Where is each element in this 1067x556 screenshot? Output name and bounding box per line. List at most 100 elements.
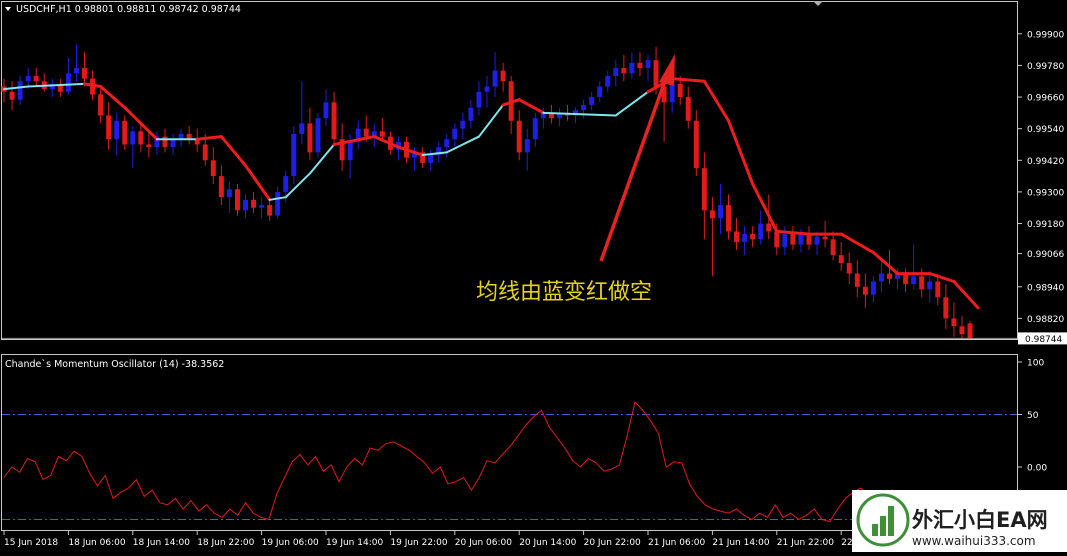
price-tick-label: 0.99540: [1027, 125, 1064, 135]
candle-body: [766, 223, 772, 232]
candle-body: [717, 205, 723, 219]
candle-body: [903, 273, 909, 285]
candle-body: [830, 239, 836, 256]
candle-body: [25, 75, 31, 82]
candle-body: [798, 234, 804, 245]
candle-body: [516, 120, 522, 153]
candle-body: [251, 199, 257, 208]
candle-body: [524, 139, 530, 153]
candle-body: [709, 210, 715, 219]
candle-body: [267, 205, 273, 216]
candle-body: [460, 120, 466, 129]
candle-body: [17, 81, 23, 100]
candle-body: [951, 318, 957, 327]
candle-body: [98, 94, 104, 116]
annotation-text: 均线由蓝变红做空: [476, 280, 652, 305]
candle-body: [114, 120, 120, 140]
watermark-logo-bar-3: [888, 506, 894, 536]
time-tick-label: 18 Jun 22:00: [197, 538, 254, 548]
candle-body: [275, 191, 281, 216]
candle-body: [613, 68, 619, 76]
candle-body: [726, 205, 731, 232]
symbol-header: USDCHF,H1 0.98801 0.98811 0.98742 0.9874…: [16, 4, 241, 15]
candle-body: [734, 231, 740, 242]
candle-body: [202, 144, 208, 161]
candle-body: [838, 255, 844, 264]
candle-body: [645, 60, 651, 69]
candle-body: [243, 199, 248, 211]
candle-body: [162, 136, 168, 148]
watermark-url: www.waihui333.com: [912, 534, 1036, 548]
candle-body: [693, 120, 699, 169]
watermark-logo-bar-2: [880, 516, 886, 536]
candle-body: [653, 60, 659, 87]
candle-body: [138, 131, 144, 145]
candle-body: [758, 223, 764, 240]
candle-body: [130, 131, 136, 145]
candle-body: [218, 176, 224, 198]
candle-body: [846, 263, 852, 274]
candle-body: [476, 91, 482, 108]
oscillator-tick-label: 100: [1027, 359, 1044, 369]
candle-body: [315, 118, 321, 153]
candle-body: [444, 139, 450, 148]
candle-body: [782, 234, 788, 248]
time-tick-label: 19 Jun 22:00: [390, 538, 447, 548]
candle-body: [911, 276, 917, 285]
candle-body: [637, 62, 643, 69]
candle-body: [597, 86, 603, 98]
candle-body: [870, 281, 876, 295]
chart-window: USDCHF,H1 0.98801 0.98811 0.98742 0.9874…: [0, 0, 1067, 552]
price-tick-label: 0.99180: [1027, 220, 1064, 230]
time-tick-label: 20 Jun 14:00: [519, 538, 576, 548]
candle-body: [484, 86, 490, 92]
time-tick-label: 20 Jun 22:00: [584, 538, 641, 548]
candle-body: [82, 68, 87, 79]
candle-body: [283, 176, 289, 192]
candle-body: [347, 141, 353, 161]
candle-body: [581, 104, 587, 111]
candle-body: [331, 102, 337, 140]
candle-body: [323, 102, 329, 119]
candle-body: [629, 62, 635, 74]
candle-body: [468, 107, 474, 121]
time-tick-label: 18 Jun 06:00: [68, 538, 125, 548]
candle-body: [806, 234, 812, 245]
price-tick-label: 0.98820: [1027, 315, 1064, 325]
candle-body: [9, 91, 15, 100]
candle-body: [605, 75, 611, 87]
time-tick-label: 19 Jun 06:00: [262, 538, 319, 548]
candle-body: [379, 131, 385, 137]
candle-body: [500, 70, 506, 82]
candle-body: [234, 189, 240, 211]
candle-body: [742, 234, 748, 242]
candle-body: [291, 133, 297, 177]
candle-body: [887, 273, 892, 279]
candle-body: [532, 118, 538, 140]
candle-body: [65, 73, 71, 92]
candle-body: [106, 115, 112, 140]
candle-body: [299, 123, 305, 134]
time-tick-label: 20 Jun 06:00: [455, 538, 512, 548]
candle-body: [492, 70, 498, 87]
oscillator-header: Chande`s Momentum Oscillator (14) -38.35…: [5, 359, 224, 370]
watermark-logo-bar-1: [872, 524, 878, 536]
candle-body: [307, 123, 313, 153]
candle-body: [774, 231, 780, 248]
price-tick-label: 0.98940: [1027, 283, 1064, 293]
candle-body: [210, 160, 216, 177]
price-tick-label: 0.99780: [1027, 62, 1064, 72]
candle-body: [170, 139, 176, 148]
time-tick-label: 15 Jun 2018: [4, 538, 58, 548]
candle-body: [943, 297, 949, 319]
candle-body: [226, 189, 232, 198]
candle-body: [878, 273, 884, 282]
candle-body: [959, 326, 965, 335]
candle-body: [259, 205, 265, 208]
candle-body: [919, 276, 925, 290]
candle-body: [146, 144, 152, 148]
oscillator-tick-label: 50: [1027, 411, 1039, 421]
candle-body: [927, 281, 933, 290]
candle-body: [73, 68, 79, 74]
candle-body: [854, 273, 860, 287]
